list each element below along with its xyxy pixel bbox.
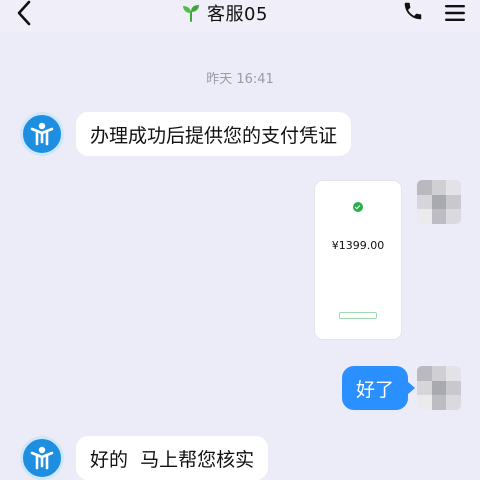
message-text: 好的 马上帮您核实 (90, 448, 255, 471)
sprout-icon (183, 5, 199, 22)
service-avatar[interactable] (20, 112, 64, 156)
user-avatar[interactable] (417, 366, 461, 410)
message-bubble-received[interactable]: 好的 马上帮您核实 (76, 436, 269, 480)
message-timestamp: 昨天 16:41 (206, 72, 274, 87)
success-check-icon (353, 202, 363, 212)
chat-header: 客服05 (0, 0, 480, 32)
payment-receipt-image[interactable]: ¥1399.00 (315, 181, 401, 339)
back-icon[interactable] (14, 0, 34, 26)
receipt-amount: ¥1399.00 (331, 239, 385, 252)
receipt-done-button (339, 312, 377, 319)
message-bubble-received[interactable]: 办理成功后提供您的支付凭证 (76, 112, 352, 156)
user-avatar[interactable] (417, 180, 461, 224)
service-logo-icon (30, 122, 54, 146)
chat-title: 客服05 (207, 4, 268, 25)
phone-icon[interactable] (402, 0, 424, 22)
chat-title-group: 客服05 (181, 0, 268, 26)
receipt-success-mark (315, 214, 401, 219)
message-text: 办理成功后提供您的支付凭证 (90, 124, 338, 147)
service-avatar[interactable] (20, 436, 64, 480)
receipt-label (315, 233, 401, 238)
receipt-status-bar (315, 185, 401, 190)
menu-icon[interactable] (444, 4, 466, 22)
message-text: 好了 (355, 378, 394, 401)
message-bubble-sent[interactable]: 好了 (341, 366, 416, 410)
service-logo-icon (30, 446, 54, 470)
